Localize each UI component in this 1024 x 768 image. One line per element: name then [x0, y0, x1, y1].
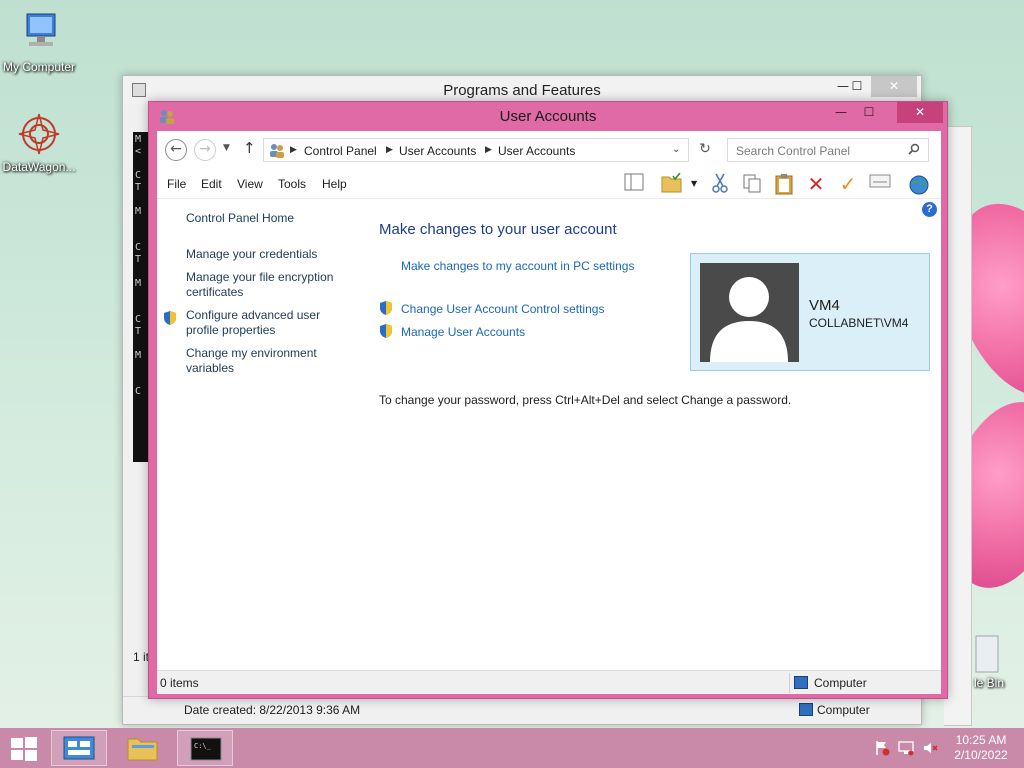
properties-icon[interactable] — [869, 173, 891, 195]
desktop-icon-datawagon[interactable]: DataWagon... — [0, 110, 80, 174]
menu-tools[interactable]: Tools — [278, 177, 306, 191]
uac-shield-icon — [379, 323, 393, 339]
details-pane: Date created: 8/22/2013 9:36 AM Computer — [123, 696, 921, 724]
taskbar-control-panel[interactable] — [51, 730, 107, 766]
breadcrumb-separator-icon: ▶ — [386, 144, 393, 154]
page-title: Make changes to your user account — [379, 221, 617, 238]
computer-icon — [794, 676, 808, 689]
uac-settings-link[interactable]: Change User Account Control settings — [401, 302, 604, 316]
arrow-left-icon: ← — [170, 141, 182, 157]
computer-icon — [15, 10, 63, 58]
cut-icon[interactable] — [709, 173, 731, 195]
restore-button[interactable]: ☐ — [855, 102, 883, 123]
menu-bar: File Edit View Tools Help ▼ ✕ ✓ — [157, 167, 941, 199]
password-note: To change your password, press Ctrl+Alt+… — [379, 393, 792, 407]
minimize-button[interactable]: — — [827, 102, 855, 123]
item-count: 1 it — [133, 650, 150, 664]
close-button[interactable]: ✕ — [897, 102, 943, 123]
manage-credentials-link[interactable]: Manage your credentials — [186, 247, 356, 262]
layout-pane-icon[interactable] — [623, 173, 645, 195]
refresh-button[interactable]: ↻ — [695, 139, 715, 159]
breadcrumb-separator-icon: ▶ — [290, 144, 297, 154]
item-count: 0 items — [160, 676, 199, 690]
datawagon-logo-icon — [15, 110, 63, 158]
computer-label: Computer — [817, 703, 870, 717]
user-name: VM4 — [809, 297, 840, 314]
menu-edit[interactable]: Edit — [201, 177, 222, 191]
close-button[interactable]: ✕ — [871, 76, 917, 97]
network-icon[interactable] — [898, 740, 914, 756]
svg-text:C:\_: C:\_ — [194, 742, 212, 750]
user-account-tile[interactable]: VM4 COLLABNET\VM4 — [690, 253, 930, 371]
address-bar[interactable]: ▶ Control Panel ▶ User Accounts ▶ User A… — [263, 138, 689, 162]
advanced-profile-link[interactable]: Configure advanced user profile properti… — [186, 308, 356, 338]
window-client-area: ← → ▼ ↑ ▶ Control Panel ▶ User Accounts … — [157, 131, 941, 694]
command-prompt-icon: C:\_ — [190, 737, 222, 761]
taskbar-file-explorer[interactable] — [114, 730, 170, 766]
folder-options-icon[interactable] — [661, 172, 683, 195]
computer-icon — [799, 703, 813, 716]
clock-date: 2/10/2022 — [954, 748, 1008, 762]
control-panel-icon — [63, 736, 95, 760]
uac-shield-icon — [163, 310, 177, 326]
menu-help[interactable]: Help — [322, 177, 347, 191]
globe-icon[interactable] — [907, 173, 929, 195]
user-avatar — [700, 263, 799, 362]
file-encryption-link[interactable]: Manage your file encryption certificates — [186, 270, 356, 300]
console-strip: M < C T M C T M C T M C — [133, 132, 148, 462]
start-button[interactable] — [10, 736, 38, 762]
paste-icon[interactable] — [773, 173, 795, 195]
computer-label: Computer — [814, 676, 867, 690]
menu-file[interactable]: File — [167, 177, 186, 191]
uac-shield-icon — [379, 300, 393, 316]
search-icon — [908, 143, 920, 158]
pc-settings-link[interactable]: Make changes to my account in PC setting… — [401, 259, 634, 273]
taskbar-command-prompt[interactable]: C:\_ — [177, 730, 233, 766]
folder-options-dropdown-icon[interactable]: ▼ — [691, 179, 697, 188]
search-placeholder: Search Control Panel — [736, 144, 851, 158]
manage-user-accounts-link[interactable]: Manage User Accounts — [401, 325, 525, 339]
address-dropdown-icon[interactable]: ⌄ — [672, 144, 680, 155]
taskbar: C:\_ 10:25 AM 2/10/2022 — [0, 728, 1024, 768]
control-panel-icon — [268, 142, 286, 161]
up-button[interactable]: ↑ — [243, 139, 256, 157]
recent-locations-dropdown[interactable]: ▼ — [223, 143, 230, 153]
background-window-peek[interactable] — [944, 126, 972, 726]
window-title: Programs and Features — [443, 82, 601, 99]
user-accounts-window[interactable]: User Accounts — ☐ ✕ ← → ▼ ↑ ▶ Control Pa… — [148, 101, 948, 699]
volume-muted-icon[interactable] — [922, 740, 938, 756]
restore-button[interactable]: ☐ — [843, 76, 871, 97]
status-divider — [789, 673, 790, 693]
folder-icon — [127, 738, 158, 761]
menu-view[interactable]: View — [237, 177, 263, 191]
user-domain: COLLABNET\VM4 — [809, 316, 909, 330]
title-bar[interactable]: Programs and Features — ☐ ✕ — [123, 76, 921, 104]
navigation-bar: ← → ▼ ↑ ▶ Control Panel ▶ User Accounts … — [157, 131, 941, 167]
status-bar: 0 items Computer — [157, 670, 941, 694]
action-center-flag-icon[interactable] — [874, 740, 890, 756]
recycle-bin-icon — [972, 630, 1002, 676]
copy-icon[interactable] — [741, 173, 763, 195]
breadcrumb-separator-icon: ▶ — [485, 144, 492, 154]
breadcrumb-control-panel[interactable]: Control Panel — [304, 144, 377, 158]
checkmark-icon[interactable]: ✓ — [837, 173, 859, 195]
date-created: Date created: 8/22/2013 9:36 AM — [184, 703, 361, 717]
search-input[interactable]: Search Control Panel — [727, 138, 929, 162]
breadcrumb-user-accounts-current[interactable]: User Accounts — [498, 144, 575, 158]
arrow-right-icon: → — [199, 141, 211, 157]
environment-variables-link[interactable]: Change my environment variables — [186, 346, 356, 376]
refresh-icon: ↻ — [699, 141, 711, 157]
forward-button[interactable]: → — [194, 139, 216, 161]
windows-logo-icon — [11, 737, 37, 761]
control-panel-home-link[interactable]: Control Panel Home — [186, 211, 356, 226]
title-bar[interactable]: User Accounts — ☐ ✕ — [149, 102, 947, 130]
arrow-up-icon: ↑ — [243, 139, 256, 157]
delete-icon[interactable]: ✕ — [805, 173, 827, 195]
back-button[interactable]: ← — [165, 139, 187, 161]
desktop-icon-my-computer[interactable]: My Computer — [0, 10, 80, 74]
clock-time: 10:25 AM — [955, 733, 1007, 747]
system-clock[interactable]: 10:25 AM 2/10/2022 — [951, 733, 1011, 763]
main-content: Make changes to your user account Make c… — [379, 199, 939, 669]
breadcrumb-user-accounts[interactable]: User Accounts — [399, 144, 476, 158]
